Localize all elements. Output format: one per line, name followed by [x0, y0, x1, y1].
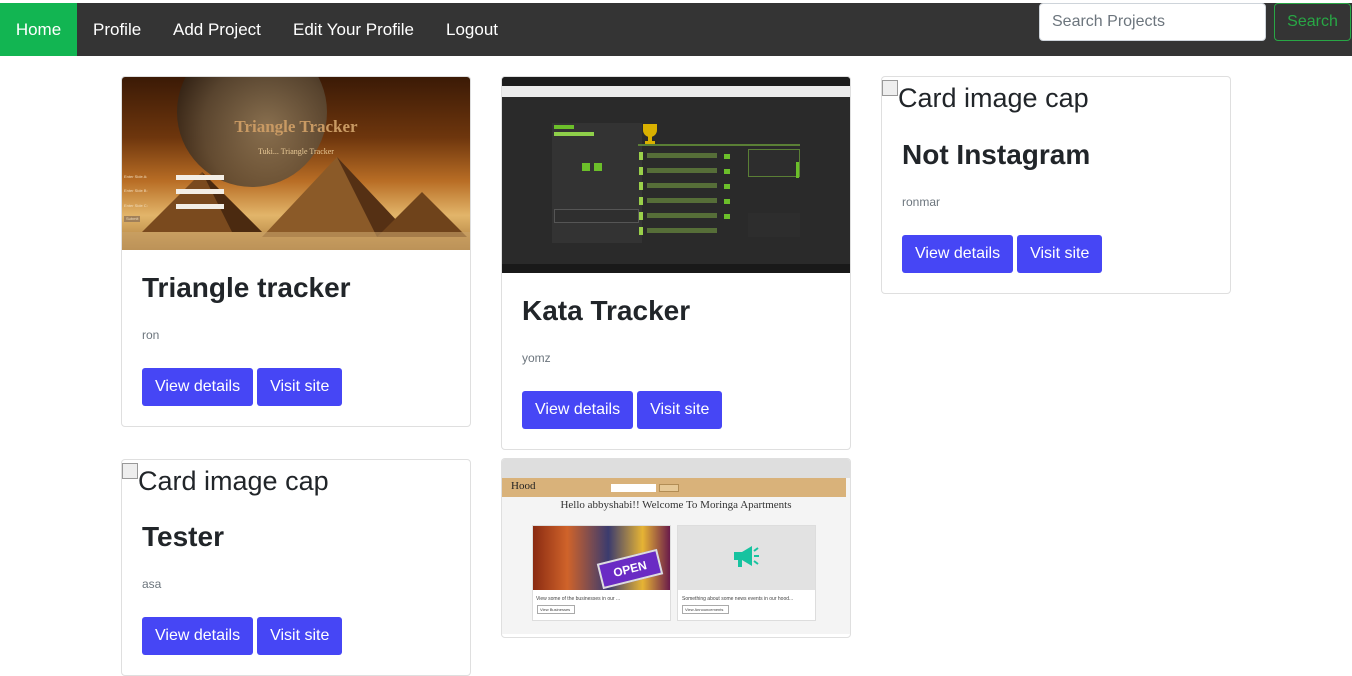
screenshot-submit: Submit — [124, 216, 141, 222]
card-body: Kata Tracker yomz View details Visit site — [502, 273, 850, 449]
screenshot-block — [594, 163, 602, 171]
broken-image: Card image cap — [122, 460, 470, 502]
project-title: Kata Tracker — [522, 295, 691, 326]
visit-site-button[interactable]: Visit site — [257, 368, 343, 406]
screenshot-taskbar — [502, 264, 850, 273]
screenshot-field-label: Enter Side B: — [124, 188, 148, 193]
screenshot-field-box — [176, 175, 224, 180]
project-author: asa — [142, 577, 162, 591]
screenshot-block — [639, 212, 643, 220]
project-card: Kata Tracker yomz View details Visit site — [501, 76, 851, 450]
card-body: Not Instagram ronmar View details Visit s… — [882, 119, 1230, 293]
screenshot-block — [647, 228, 717, 233]
screenshot-block — [796, 162, 799, 178]
screenshot-block — [639, 167, 643, 175]
search-button[interactable]: Search — [1274, 3, 1351, 41]
screenshot-search-button — [659, 484, 679, 492]
screenshot-browser-chrome — [502, 459, 850, 478]
image-alt-text: Card image cap — [138, 466, 329, 496]
screenshot-field-box — [176, 189, 224, 194]
screenshot-block — [639, 182, 643, 190]
screenshot-block — [748, 213, 800, 237]
view-details-button[interactable]: View details — [522, 391, 634, 429]
nav-edit-profile[interactable]: Edit Your Profile — [293, 3, 414, 56]
broken-image: Card image cap — [882, 77, 1230, 119]
card-body: Tester asa View details Visit site — [122, 502, 470, 675]
view-details-button[interactable]: View details — [902, 235, 1014, 273]
view-details-button[interactable]: View details — [142, 368, 254, 406]
screenshot-caption: View some of the businesses in our ... — [536, 596, 621, 602]
project-screenshot — [502, 77, 850, 273]
screenshot-block — [647, 213, 717, 218]
visit-site-button[interactable]: Visit site — [1017, 235, 1103, 273]
project-author: yomz — [522, 351, 551, 365]
project-title: Triangle tracker — [142, 272, 351, 303]
project-author: ronmar — [902, 195, 941, 209]
screenshot-search — [611, 484, 656, 492]
screenshot-block — [647, 153, 717, 158]
screenshot-field-label: Enter Side A: — [124, 174, 148, 179]
screenshot-block — [724, 169, 730, 174]
visit-site-button[interactable]: Visit site — [637, 391, 723, 429]
screenshot-block — [639, 227, 643, 235]
screenshot-heading: Hello abbyshabi!! Welcome To Moringa Apa… — [560, 499, 792, 511]
nav-profile[interactable]: Profile — [93, 3, 141, 56]
view-details-button[interactable]: View details — [142, 617, 254, 655]
screenshot-heading: Triangle Tracker — [234, 117, 358, 136]
screenshot-field-label: Enter Side C: — [124, 203, 148, 208]
screenshot-block — [724, 184, 730, 189]
screenshot-url-bar — [502, 86, 850, 97]
project-author: ron — [142, 328, 160, 342]
megaphone-icon — [734, 546, 759, 567]
project-title: Tester — [142, 521, 224, 552]
visit-site-button[interactable]: Visit site — [257, 617, 343, 655]
project-title: Not Instagram — [902, 139, 1091, 170]
screenshot-sidebar — [552, 123, 642, 243]
nav-logout[interactable]: Logout — [446, 3, 498, 56]
screenshot-brand: Hood — [511, 480, 536, 492]
project-card: Card image cap Tester asa View details Vi… — [121, 459, 471, 676]
screenshot-button: View Businesses — [537, 605, 575, 614]
project-screenshot: Triangle Tracker Tuki... Triangle Tracke… — [122, 77, 470, 250]
screenshot-block — [724, 214, 730, 219]
screenshot-subheading: Tuki... Triangle Tracker — [258, 147, 334, 156]
project-card: Hood Hello abbyshabi!! Welcome To Moring… — [501, 458, 851, 638]
nav-home[interactable]: Home — [0, 3, 77, 56]
screenshot-block — [639, 152, 643, 160]
image-alt-text: Card image cap — [898, 83, 1089, 113]
screenshot-block — [647, 198, 717, 203]
screenshot-block — [554, 209, 639, 223]
screenshot-block — [582, 163, 590, 171]
project-screenshot: Hood Hello abbyshabi!! Welcome To Moring… — [502, 459, 850, 634]
navbar: Home Profile Add Project Edit Your Profi… — [0, 3, 1352, 56]
search-input[interactable] — [1039, 3, 1266, 41]
screenshot-block — [724, 199, 730, 204]
screenshot-block — [647, 168, 717, 173]
project-card: Card image cap Not Instagram ronmar View… — [881, 76, 1231, 294]
screenshot-block — [724, 154, 730, 159]
screenshot-block — [554, 125, 574, 129]
broken-image-icon — [882, 80, 898, 96]
nav-add-project[interactable]: Add Project — [173, 3, 261, 56]
screenshot-block — [748, 149, 800, 177]
screenshot-browser-tabs — [502, 77, 850, 86]
screenshot-button: View Announcements — [682, 605, 729, 614]
trophy-icon — [643, 124, 657, 144]
screenshot-divider — [638, 144, 800, 146]
screenshot-block — [639, 197, 643, 205]
screenshot-block — [554, 132, 594, 136]
screenshot-block — [647, 183, 717, 188]
broken-image-icon — [122, 463, 138, 479]
screenshot-field-box — [176, 204, 224, 209]
screenshot-caption: Something about some news events in our … — [682, 596, 794, 602]
pyramids-graphic — [122, 157, 470, 250]
card-body: Triangle tracker ron View details Visit s… — [122, 250, 470, 426]
project-card: Triangle Tracker Tuki... Triangle Tracke… — [121, 76, 471, 427]
